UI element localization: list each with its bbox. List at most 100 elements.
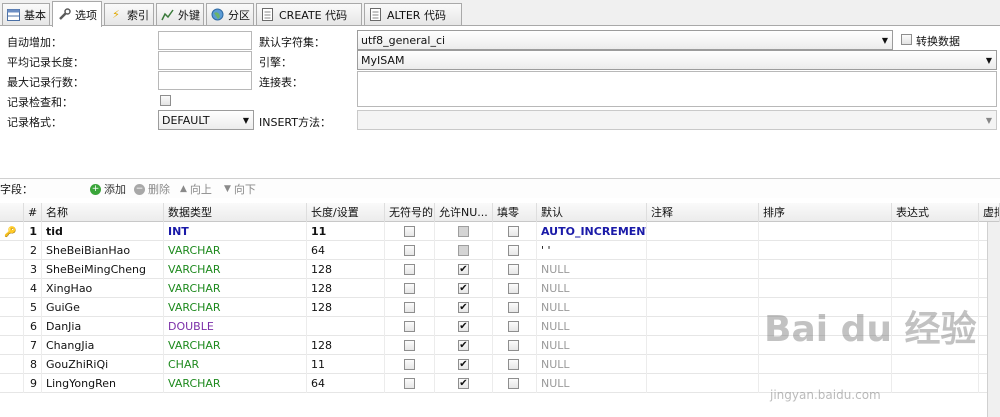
header-type[interactable]: 数据类型 <box>164 203 307 222</box>
header-unsigned[interactable]: 无符号的 <box>385 203 435 222</box>
charset-select[interactable]: utf8_general_ci ▼ <box>357 30 893 50</box>
field-default[interactable]: NULL <box>537 260 647 279</box>
zerofill-checkbox[interactable] <box>508 264 519 275</box>
tab-basic[interactable]: 基本 <box>2 3 50 25</box>
unsigned-checkbox[interactable] <box>404 245 415 256</box>
field-default[interactable]: ' ' <box>537 241 647 260</box>
field-collation[interactable] <box>759 241 892 260</box>
zerofill-checkbox[interactable] <box>508 226 519 237</box>
header-allow-null[interactable]: 允许NU... <box>435 203 493 222</box>
field-comment[interactable] <box>647 298 759 317</box>
tab-alter-code[interactable]: ALTER 代码 <box>364 3 462 25</box>
zerofill-checkbox[interactable] <box>508 321 519 332</box>
field-default[interactable]: NULL <box>537 336 647 355</box>
allow-null-checkbox[interactable]: ✔ <box>458 378 469 389</box>
field-default[interactable]: NULL <box>537 317 647 336</box>
zerofill-checkbox[interactable] <box>508 340 519 351</box>
field-type[interactable]: DOUBLE <box>164 317 307 336</box>
header-expression[interactable]: 表达式 <box>892 203 979 222</box>
field-collation[interactable] <box>759 279 892 298</box>
allow-null-checkbox[interactable]: ✔ <box>458 321 469 332</box>
field-length[interactable]: 128 <box>307 279 385 298</box>
zerofill-checkbox[interactable] <box>508 378 519 389</box>
field-expression[interactable] <box>892 279 979 298</box>
field-name[interactable]: SheBeiMingCheng <box>42 260 164 279</box>
allow-null-checkbox[interactable]: ✔ <box>458 359 469 370</box>
field-comment[interactable] <box>647 336 759 355</box>
field-type[interactable]: VARCHAR <box>164 336 307 355</box>
field-name[interactable]: GuiGe <box>42 298 164 317</box>
field-name[interactable]: tid <box>42 222 164 241</box>
field-expression[interactable] <box>892 355 979 374</box>
table-row[interactable]: 2 SheBeiBianHao VARCHAR 64 ' ' <box>0 241 1000 260</box>
row-format-select[interactable]: DEFAULT ▼ <box>158 110 254 130</box>
field-comment[interactable] <box>647 374 759 393</box>
field-name[interactable]: ChangJia <box>42 336 164 355</box>
tab-partitions[interactable]: 分区 <box>206 3 254 25</box>
field-length[interactable]: 64 <box>307 374 385 393</box>
unsigned-checkbox[interactable] <box>404 359 415 370</box>
allow-null-checkbox[interactable]: ✔ <box>458 340 469 351</box>
field-expression[interactable] <box>892 241 979 260</box>
field-expression[interactable] <box>892 374 979 393</box>
field-length[interactable]: 128 <box>307 298 385 317</box>
field-collation[interactable] <box>759 222 892 241</box>
checksum-checkbox[interactable] <box>160 95 171 106</box>
zerofill-checkbox[interactable] <box>508 283 519 294</box>
field-type[interactable]: VARCHAR <box>164 374 307 393</box>
move-up-button[interactable]: ▲ 向上 <box>180 181 212 197</box>
delete-field-button[interactable]: − 删除 <box>134 181 170 197</box>
tab-create-code[interactable]: CREATE 代码 <box>256 3 362 25</box>
unsigned-checkbox[interactable] <box>404 378 415 389</box>
tab-options[interactable]: 选项 <box>52 1 102 27</box>
max-rows-input[interactable] <box>158 71 252 90</box>
allow-null-checkbox[interactable]: ✔ <box>458 283 469 294</box>
unsigned-checkbox[interactable] <box>404 321 415 332</box>
field-name[interactable]: LingYongRen <box>42 374 164 393</box>
field-collation[interactable] <box>759 355 892 374</box>
add-field-button[interactable]: + 添加 <box>90 181 126 197</box>
field-type[interactable]: VARCHAR <box>164 298 307 317</box>
zerofill-checkbox[interactable] <box>508 245 519 256</box>
field-default[interactable]: NULL <box>537 279 647 298</box>
unsigned-checkbox[interactable] <box>404 283 415 294</box>
header-comment[interactable]: 注释 <box>647 203 759 222</box>
unsigned-checkbox[interactable] <box>404 226 415 237</box>
allow-null-checkbox[interactable] <box>458 226 469 237</box>
zerofill-checkbox[interactable] <box>508 302 519 313</box>
field-comment[interactable] <box>647 317 759 336</box>
field-type[interactable]: VARCHAR <box>164 260 307 279</box>
allow-null-checkbox[interactable]: ✔ <box>458 302 469 313</box>
field-type[interactable]: VARCHAR <box>164 241 307 260</box>
field-name[interactable]: XingHao <box>42 279 164 298</box>
header-default[interactable]: 默认 <box>537 203 647 222</box>
field-expression[interactable] <box>892 260 979 279</box>
header-name[interactable]: 名称 <box>42 203 164 222</box>
allow-null-checkbox[interactable]: ✔ <box>458 264 469 275</box>
move-down-button[interactable]: ▼ 向下 <box>224 181 256 197</box>
connection-textarea[interactable] <box>357 71 997 107</box>
zerofill-checkbox[interactable] <box>508 359 519 370</box>
field-collation[interactable] <box>759 260 892 279</box>
unsigned-checkbox[interactable] <box>404 340 415 351</box>
field-length[interactable]: 128 <box>307 336 385 355</box>
field-default[interactable]: NULL <box>537 355 647 374</box>
field-expression[interactable] <box>892 222 979 241</box>
header-zerofill[interactable]: 填零 <box>493 203 537 222</box>
header-collation[interactable]: 排序 <box>759 203 892 222</box>
unsigned-checkbox[interactable] <box>404 302 415 313</box>
allow-null-checkbox[interactable] <box>458 245 469 256</box>
field-default[interactable]: NULL <box>537 298 647 317</box>
field-comment[interactable] <box>647 355 759 374</box>
field-type[interactable]: CHAR <box>164 355 307 374</box>
field-length[interactable]: 128 <box>307 260 385 279</box>
field-default[interactable]: NULL <box>537 374 647 393</box>
field-comment[interactable] <box>647 279 759 298</box>
unsigned-checkbox[interactable] <box>404 264 415 275</box>
field-name[interactable]: SheBeiBianHao <box>42 241 164 260</box>
field-length[interactable]: 11 <box>307 222 385 241</box>
field-comment[interactable] <box>647 241 759 260</box>
field-comment[interactable] <box>647 260 759 279</box>
header-length[interactable]: 长度/设置 <box>307 203 385 222</box>
table-row[interactable]: 4 XingHao VARCHAR 128 ✔ NULL <box>0 279 1000 298</box>
